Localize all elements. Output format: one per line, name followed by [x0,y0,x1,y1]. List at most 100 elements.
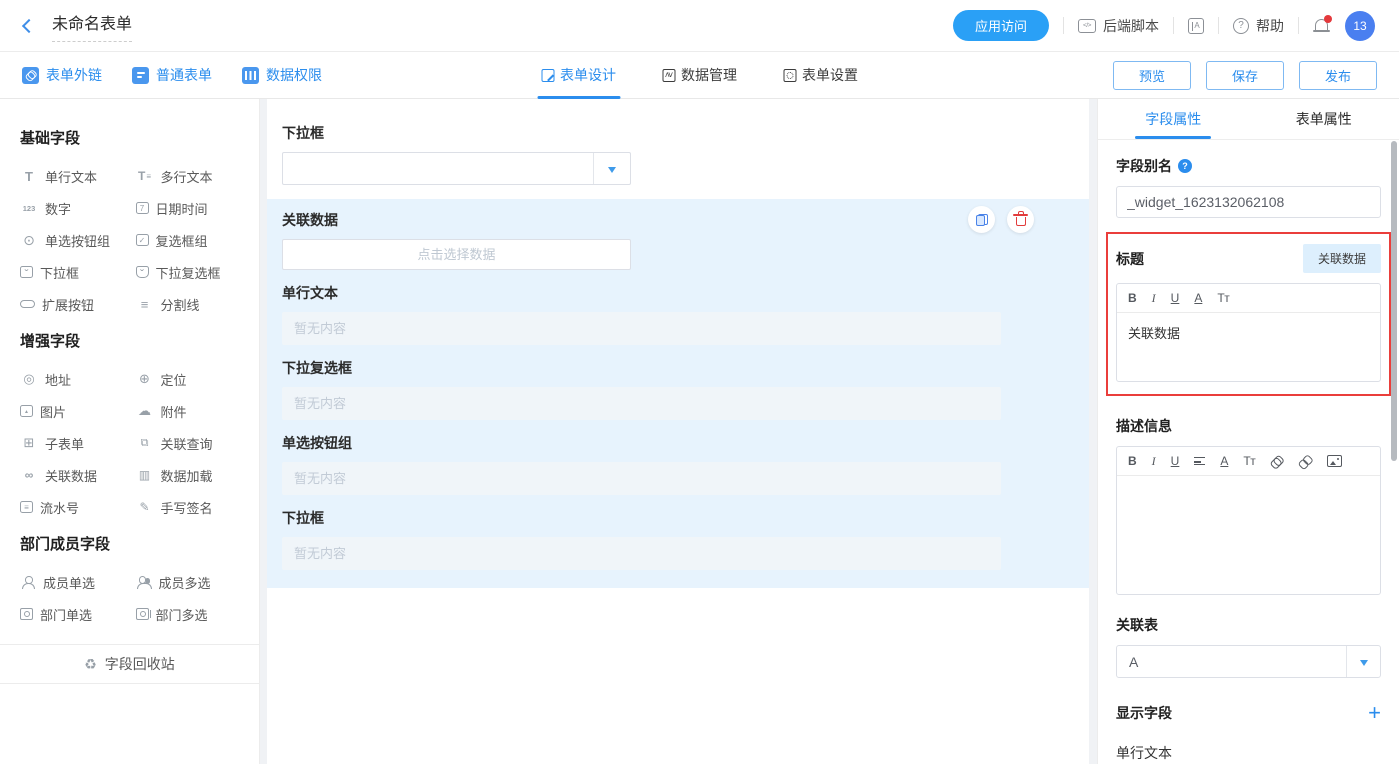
palette-item-single-line-text[interactable]: 单行文本 [20,160,136,192]
palette-item-extend-button[interactable]: 扩展按钮 [20,288,136,320]
italic-icon[interactable]: I [1152,292,1156,304]
form-external-link-label: 表单外链 [46,65,102,85]
form-title-wrap[interactable]: 未命名表单 [52,10,132,42]
contacts-button[interactable] [1188,18,1204,34]
normal-form-button[interactable]: 普通表单 [132,65,212,85]
font-size-icon[interactable]: Tт [1217,292,1229,304]
trash-icon [1016,217,1026,226]
font-size-icon[interactable]: Tт [1243,455,1255,467]
recycle-icon [84,656,97,673]
save-button[interactable]: 保存 [1206,61,1284,90]
address-icon [20,371,38,387]
designer-tabs: 表单设计 数据管理 表单设置 [541,52,858,99]
palette-item-divider-line[interactable]: 分割线 [136,288,252,320]
contacts-icon [1188,18,1204,34]
field-alias-help-icon[interactable] [1178,159,1192,173]
underline-icon[interactable]: U [1171,455,1180,467]
palette-item-attachment[interactable]: 附件 [136,395,252,427]
italic-icon[interactable]: I [1152,455,1156,467]
palette-item-member-multi[interactable]: 成员多选 [136,566,252,598]
palette-item-serial-number[interactable]: 流水号 [20,491,136,523]
description-section: 描述信息 B I U A Tт [1116,416,1381,595]
palette-item-signature[interactable]: 手写签名 [136,491,252,523]
delete-widget-button[interactable] [1007,206,1034,233]
select-caret-box [1346,646,1380,677]
notifications-button[interactable] [1313,17,1331,35]
palette-item-checkbox-group[interactable]: 复选框组 [136,224,252,256]
related-query-icon [136,437,154,450]
tab-form-properties[interactable]: 表单属性 [1249,99,1399,139]
form-design-icon [541,69,554,82]
display-field-item[interactable]: 单行文本 [1116,743,1381,763]
properties-tabs: 字段属性 表单属性 [1098,99,1399,140]
insert-link-icon[interactable] [1270,454,1284,468]
palette-item-dropdown[interactable]: 下拉框 [20,256,136,288]
form-external-link-button[interactable]: 表单外链 [22,65,102,85]
field-alias-input[interactable] [1116,186,1381,218]
back-button[interactable] [22,18,36,32]
app-access-button[interactable]: 应用访问 [953,10,1049,41]
palette-item-dept-multi[interactable]: 部门多选 [136,598,252,630]
dropdown-field-select[interactable] [282,152,631,185]
data-permission-button[interactable]: 数据权限 [242,65,322,85]
field-recycle-bin[interactable]: 字段回收站 [0,644,259,684]
data-picker-input[interactable] [282,239,631,270]
document-icon [132,67,149,84]
title-editor-content[interactable]: 关联数据 [1117,313,1380,381]
palette-item-related-data[interactable]: 关联数据 [20,459,136,491]
widget-title: 关联数据 [282,210,1074,230]
remove-link-icon[interactable] [1298,454,1313,469]
user-avatar[interactable]: 13 [1345,11,1375,41]
palette-item-subform[interactable]: 子表单 [20,427,136,459]
palette-item-dept-single[interactable]: 部门单选 [20,598,136,630]
palette-item-dropdown-multi[interactable]: 下拉复选框 [136,256,252,288]
tab-data-management[interactable]: 数据管理 [662,52,737,99]
form-canvas[interactable]: 下拉框 关联数据 单行文本 下拉复选框 单选按钮组 [267,99,1089,764]
insert-image-icon[interactable] [1327,455,1342,467]
palette-item-address[interactable]: 地址 [20,363,136,395]
subfield-input-radio-group [282,462,1001,495]
panel-scrollbar[interactable] [1391,141,1397,461]
subfield-label: 下拉复选框 [282,358,1074,378]
preview-button[interactable]: 预览 [1113,61,1191,90]
help-button[interactable]: 帮助 [1233,16,1284,36]
dept-member-fields-grid: 成员单选 成员多选 部门单选 部门多选 [0,566,259,630]
bold-icon[interactable]: B [1128,292,1137,304]
palette-item-number[interactable]: 数字 [20,192,136,224]
palette-item-radio-group[interactable]: 单选按钮组 [20,224,136,256]
data-permission-label: 数据权限 [266,65,322,85]
add-display-field-button[interactable]: + [1368,702,1381,724]
caret-down-icon [608,167,616,177]
data-management-icon [662,69,675,82]
form-title[interactable]: 未命名表单 [52,10,132,42]
publish-button[interactable]: 发布 [1299,61,1377,90]
palette-item-related-query[interactable]: 关联查询 [136,427,252,459]
font-color-icon[interactable]: A [1194,292,1202,304]
properties-body: 字段别名 标题 关联数据 B I U A [1098,140,1399,764]
palette-item-image[interactable]: 图片 [20,395,136,427]
palette-item-location[interactable]: 定位 [136,363,252,395]
data-load-icon [136,468,154,482]
top-header: 未命名表单 应用访问 后端脚本 帮助 13 [0,0,1399,52]
description-editor-toolbar: B I U A Tт [1117,447,1380,476]
palette-item-data-load[interactable]: 数据加载 [136,459,252,491]
image-field-icon [20,405,33,417]
form-action-buttons: 预览 保存 发布 [1113,61,1377,90]
description-editor-content[interactable] [1117,476,1380,594]
duplicate-widget-button[interactable] [968,206,995,233]
font-color-icon[interactable]: A [1220,455,1228,467]
divider-line-icon [136,297,154,312]
backend-script-button[interactable]: 后端脚本 [1078,16,1159,36]
palette-item-datetime[interactable]: 日期时间 [136,192,252,224]
underline-icon[interactable]: U [1171,292,1180,304]
tab-field-properties[interactable]: 字段属性 [1098,99,1249,139]
title-variable-chip[interactable]: 关联数据 [1303,244,1381,273]
palette-item-multi-line-text[interactable]: 多行文本 [136,160,252,192]
palette-item-member-single[interactable]: 成员单选 [20,566,136,598]
bold-icon[interactable]: B [1128,455,1137,467]
tab-form-design[interactable]: 表单设计 [541,52,616,99]
align-icon[interactable] [1194,457,1205,465]
selected-widget-related-data[interactable]: 关联数据 单行文本 下拉复选框 单选按钮组 下拉框 [267,199,1089,588]
tab-form-settings[interactable]: 表单设置 [783,52,858,99]
related-table-select[interactable]: A [1116,645,1381,678]
